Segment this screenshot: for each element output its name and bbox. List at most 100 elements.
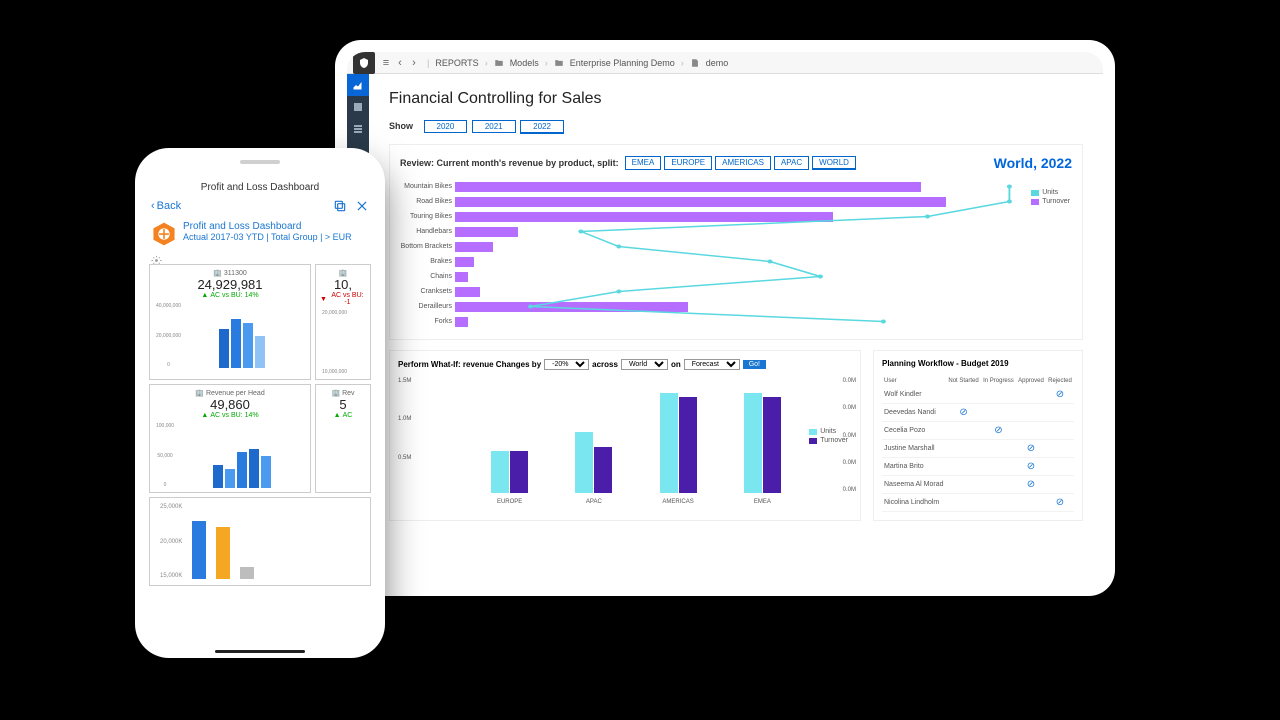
wf-state: ⊘	[1016, 476, 1046, 494]
whatif-header: Perform What-If: revenue Changes by -20%…	[398, 359, 852, 370]
crumb-ep[interactable]: Enterprise Planning Demo	[570, 58, 675, 68]
mini-bar	[261, 456, 271, 489]
hbar	[455, 182, 921, 192]
wide-bar	[192, 521, 206, 579]
region-emea[interactable]: EMEA	[625, 156, 662, 170]
whatif-chart: 1.5M 1.0M 0.5M EUROPEAPACAMERICASEMEA 0.…	[420, 378, 852, 493]
card-revenue-per-head[interactable]: 🏢 Revenue per Head 49,860 ▲AC vs BU: 14%…	[149, 384, 311, 493]
card4-chart	[320, 423, 366, 488]
year-2022[interactable]: 2022	[520, 120, 564, 134]
phone-home-indicator	[215, 650, 305, 653]
whatif-legend: Units Turnover	[809, 428, 848, 446]
show-label: Show	[389, 121, 413, 131]
hbar-label: Touring Bikes	[400, 213, 452, 220]
wf-state	[1046, 458, 1074, 476]
hbar	[455, 287, 480, 297]
mini-bar	[243, 323, 253, 369]
nav-back-icon[interactable]: ‹	[393, 57, 407, 69]
whatif-on[interactable]: Forecast	[684, 359, 740, 370]
hbar	[455, 197, 946, 207]
card-311300[interactable]: 🏢 311300 24,929,981 ▲AC vs BU: 14% 40,00…	[149, 264, 311, 380]
crumb-reports[interactable]: REPORTS	[435, 58, 478, 68]
sidebar-item-chart[interactable]	[347, 74, 369, 96]
wide-card[interactable]: 25,000K20,000K15,000K	[149, 497, 371, 586]
wf-user: Deevedas Nandi	[882, 404, 946, 422]
tablet-main: Financial Controlling for Sales Show 202…	[369, 74, 1103, 584]
wf-state	[981, 386, 1016, 404]
wf-col: Not Started	[946, 376, 981, 386]
region-world[interactable]: WORLD	[812, 156, 856, 170]
whatif-go-button[interactable]: Go!	[743, 360, 766, 369]
check-icon: ⊘	[1027, 479, 1035, 490]
region-americas[interactable]: AMERICAS	[715, 156, 771, 170]
year-2021[interactable]: 2021	[472, 120, 516, 133]
app-logo[interactable]	[353, 52, 375, 74]
workflow-title: Planning Workflow - Budget 2019	[882, 359, 1074, 368]
menu-icon[interactable]: ≡	[379, 57, 393, 69]
hbar-label: Handlebars	[400, 228, 452, 235]
nav-fwd-icon[interactable]: ›	[407, 57, 421, 69]
region-apac[interactable]: APAC	[774, 156, 809, 170]
sidebar-item-report[interactable]	[347, 96, 369, 118]
hbar-label: Cranksets	[400, 288, 452, 295]
card-partial-2[interactable]: 🏢 Rev 5 ▲AC	[315, 384, 371, 493]
review-label: Review: Current month's revenue by produ…	[400, 158, 619, 168]
whatif-across[interactable]: World	[621, 359, 668, 370]
sidebar-item-data[interactable]	[347, 118, 369, 140]
hbar	[455, 272, 468, 282]
card3-chart: 100,00050,0000	[154, 423, 306, 488]
phone-row-2: 🏢 Revenue per Head 49,860 ▲AC vs BU: 14%…	[145, 384, 375, 493]
crumb-models[interactable]: Models	[510, 58, 539, 68]
arrow-down-icon: ▼	[320, 296, 327, 303]
hbar-label: Forks	[400, 318, 452, 325]
wf-state	[1046, 404, 1074, 422]
whatif-pct[interactable]: -20%	[544, 359, 589, 370]
wf-col: In Progress	[981, 376, 1016, 386]
copy-icon[interactable]	[333, 199, 347, 213]
vbar-turnover	[510, 451, 528, 493]
phone-row-1: 🏢 311300 24,929,981 ▲AC vs BU: 14% 40,00…	[145, 264, 375, 380]
card1-value: 24,929,981	[154, 277, 306, 292]
close-icon[interactable]	[355, 199, 369, 213]
card-partial-1[interactable]: 🏢 10, ▼AC vs BU: -1 20,000,00010,000,000	[315, 264, 371, 380]
table-row: Martina Brito⊘	[882, 458, 1074, 476]
wf-state	[946, 476, 981, 494]
vbar-units	[491, 451, 509, 493]
dashboard-icon	[151, 221, 177, 247]
hbar-label: Mountain Bikes	[400, 183, 452, 190]
review-chart: Mountain BikesRoad BikesTouring BikesHan…	[455, 179, 1022, 329]
lower-row: Perform What-If: revenue Changes by -20%…	[389, 350, 1083, 521]
tablet-screen: ≡ ‹ › | REPORTS › Models › Enterprise Pl…	[347, 52, 1103, 584]
crumb-demo[interactable]: demo	[706, 58, 729, 68]
year-2020[interactable]: 2020	[424, 120, 468, 133]
phone-frame: Profit and Loss Dashboard ‹Back Profit a…	[135, 148, 385, 658]
wf-col: Approved	[1016, 376, 1046, 386]
wf-state	[1046, 476, 1074, 494]
gear-icon[interactable]	[151, 253, 162, 264]
page-title: Financial Controlling for Sales	[389, 90, 1083, 108]
review-header: Review: Current month's revenue by produ…	[400, 155, 1072, 171]
arrow-up-icon: ▲	[201, 412, 208, 419]
hbar	[455, 257, 474, 267]
tablet-header: ≡ ‹ › | REPORTS › Models › Enterprise Pl…	[347, 52, 1103, 74]
wf-state	[1046, 440, 1074, 458]
wf-col: Rejected	[1046, 376, 1074, 386]
whatif-on-lbl: on	[671, 360, 681, 369]
back-button[interactable]: ‹Back	[151, 200, 181, 212]
wf-user: Nicolina Lindholm	[882, 494, 946, 512]
mini-bar	[219, 329, 229, 368]
breadcrumb: | REPORTS › Models › Enterprise Planning…	[427, 58, 728, 68]
review-panel: Review: Current month's revenue by produ…	[389, 144, 1083, 340]
wf-state	[946, 494, 981, 512]
whatif-yaxis: 1.5M 1.0M 0.5M	[398, 378, 411, 493]
vbar-label: APAC	[586, 499, 602, 505]
arrow-up-icon: ▲	[334, 412, 341, 419]
vbar-turnover	[763, 397, 781, 493]
hbar	[455, 227, 518, 237]
mini-bar	[213, 465, 223, 488]
hbar	[455, 302, 688, 312]
region-europe[interactable]: EUROPE	[664, 156, 712, 170]
vbar-units	[660, 393, 678, 493]
mini-bar	[237, 452, 247, 488]
wf-col: User	[882, 376, 946, 386]
